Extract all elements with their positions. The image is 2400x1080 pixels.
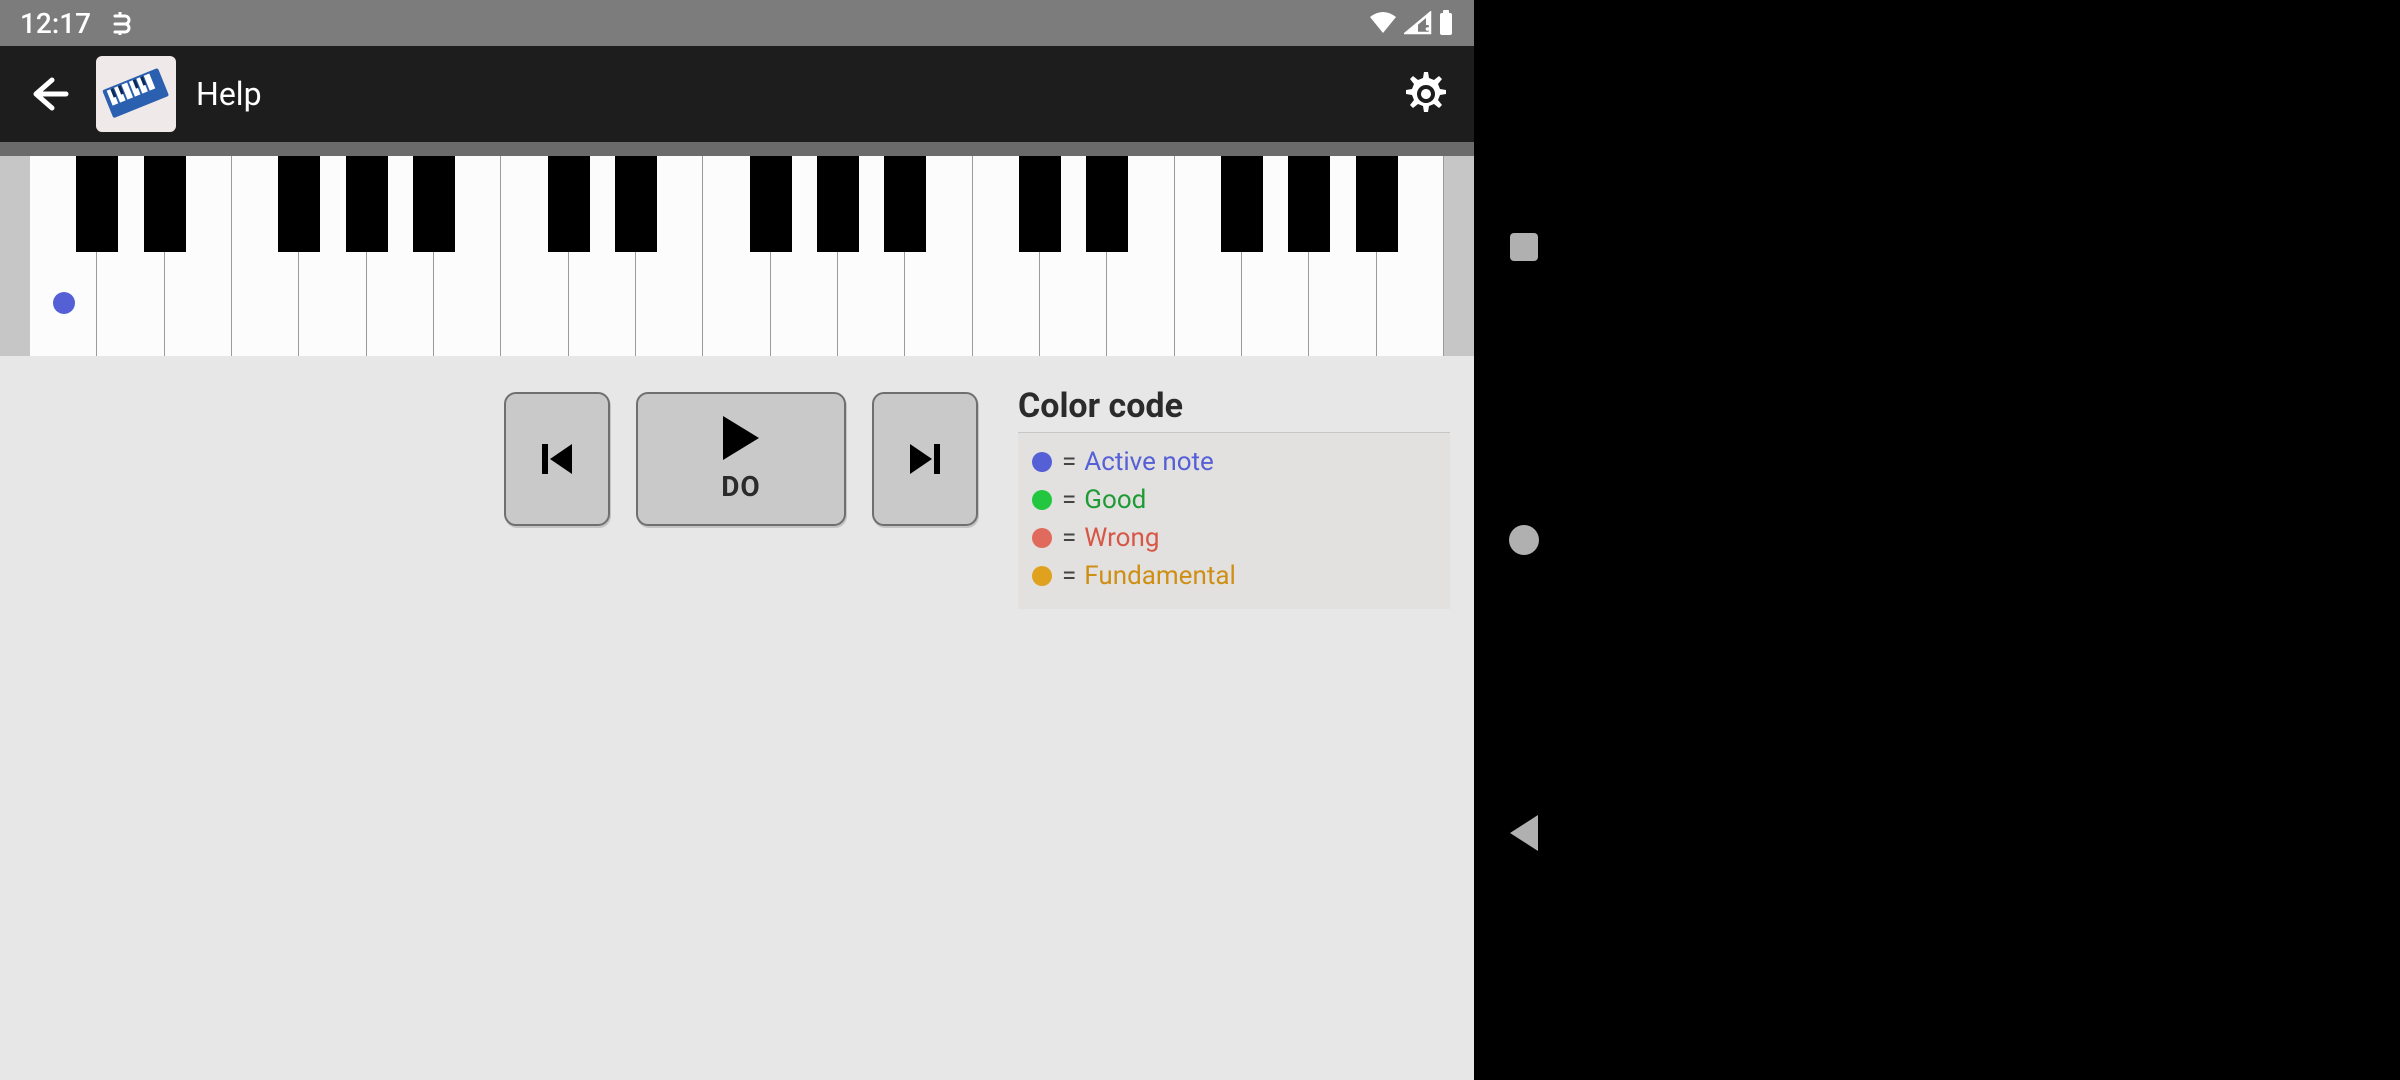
black-key[interactable] (817, 156, 859, 252)
gear-icon (1401, 69, 1451, 119)
status-app-icon (109, 10, 131, 36)
black-key[interactable] (144, 156, 186, 252)
black-key[interactable] (750, 156, 792, 252)
black-key[interactable] (76, 156, 118, 252)
legend-equals: = (1062, 519, 1076, 557)
piano-icon (98, 58, 174, 130)
legend-label: Active note (1084, 443, 1214, 481)
back-button[interactable] (18, 64, 78, 124)
black-key[interactable] (884, 156, 926, 252)
previous-button[interactable] (504, 392, 610, 526)
page-title: Help (196, 75, 262, 113)
arrow-left-icon (26, 72, 70, 116)
app-bar: Help (0, 46, 1474, 142)
nav-recent-button[interactable] (1499, 222, 1549, 272)
piano-keyboard[interactable] (30, 156, 1444, 356)
legend-row: =Wrong (1032, 519, 1436, 557)
skip-previous-icon (534, 436, 580, 482)
legend-equals: = (1062, 557, 1076, 595)
play-button[interactable]: DO (636, 392, 846, 526)
play-icon (723, 416, 759, 460)
legend-dot (1032, 528, 1052, 548)
battery-icon (1438, 10, 1454, 36)
status-time: 12:17 (20, 7, 91, 40)
piano-area (0, 142, 1474, 356)
legend-dot (1032, 566, 1052, 586)
black-key[interactable] (1288, 156, 1330, 252)
legend-row: =Fundamental (1032, 557, 1436, 595)
black-key[interactable] (548, 156, 590, 252)
legend-label: Fundamental (1084, 557, 1236, 595)
legend-label: Good (1084, 481, 1146, 519)
black-key[interactable] (346, 156, 388, 252)
color-code-legend: Color code =Active note=Good=Wrong=Funda… (1018, 386, 1450, 609)
skip-next-icon (902, 436, 948, 482)
signal-icon (1404, 11, 1432, 35)
circle-icon (1509, 525, 1539, 555)
legend-dot (1032, 490, 1052, 510)
black-key[interactable] (1221, 156, 1263, 252)
piano-top-strip (0, 142, 1474, 156)
nav-home-button[interactable] (1499, 515, 1549, 565)
nav-back-button[interactable] (1499, 808, 1549, 858)
settings-button[interactable] (1396, 64, 1456, 124)
playback-controls: DO (504, 392, 978, 609)
legend-equals: = (1062, 443, 1076, 481)
system-nav-rail (1474, 0, 2400, 1080)
triangle-left-icon (1510, 815, 1538, 851)
black-key[interactable] (413, 156, 455, 252)
legend-label: Wrong (1084, 519, 1159, 557)
status-bar: 12:17 (0, 0, 1474, 46)
wifi-icon (1368, 11, 1398, 35)
next-button[interactable] (872, 392, 978, 526)
app-icon (96, 56, 176, 132)
black-key[interactable] (1086, 156, 1128, 252)
legend-row: =Active note (1032, 443, 1436, 481)
legend-title: Color code (1018, 386, 1450, 426)
play-note-label: DO (721, 470, 761, 503)
legend-dot (1032, 452, 1052, 472)
legend-equals: = (1062, 481, 1076, 519)
square-icon (1510, 233, 1538, 261)
active-note-dot (53, 292, 75, 314)
black-key[interactable] (278, 156, 320, 252)
legend-row: =Good (1032, 481, 1436, 519)
black-key[interactable] (615, 156, 657, 252)
black-key[interactable] (1356, 156, 1398, 252)
black-key[interactable] (1019, 156, 1061, 252)
